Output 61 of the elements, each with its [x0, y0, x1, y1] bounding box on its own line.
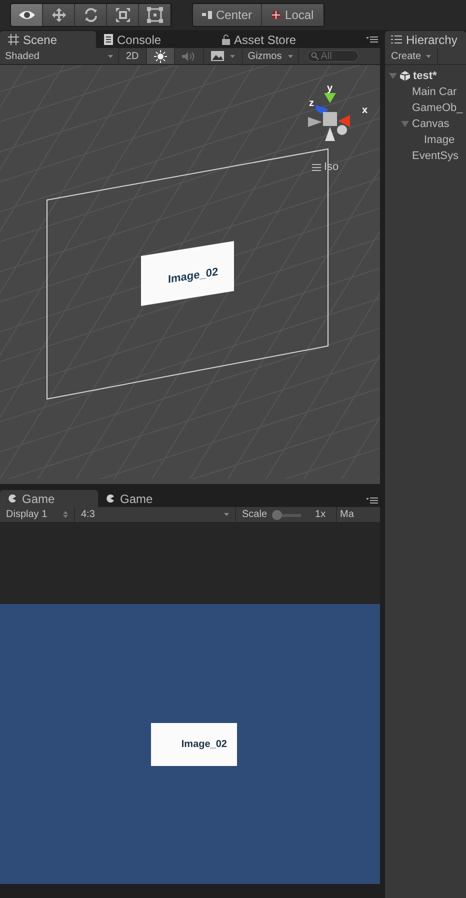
pacman-icon [8, 494, 17, 503]
panel-tab[interactable]: Scene [0, 31, 96, 48]
updown-icon [63, 511, 68, 518]
cube-icon [400, 71, 410, 81]
view-tool-button[interactable] [11, 4, 43, 26]
pivot-icon [202, 11, 212, 19]
menu-icon[interactable] [366, 36, 378, 43]
caret-icon [426, 54, 432, 58]
gizmos-dropdown[interactable]: Gizmos [242, 48, 299, 64]
axis-label: x [362, 105, 368, 116]
rotate-tool-button[interactable] [75, 4, 107, 26]
menu-icon[interactable] [366, 497, 378, 504]
move-tool-button[interactable] [43, 4, 75, 26]
rect-tool-icon [146, 7, 162, 23]
hierarchy-item[interactable]: Image [424, 134, 455, 146]
axis-label: z [309, 98, 314, 109]
panel-tab[interactable]: Asset Store [214, 31, 304, 48]
pacman-icon [106, 494, 115, 503]
scale-tool-button[interactable] [107, 4, 139, 26]
caret-icon [230, 54, 235, 58]
panel-tab[interactable]: Console [96, 31, 192, 48]
create-dropdown[interactable]: Create [385, 48, 438, 64]
hierarchy-tab[interactable]: Hierarchy [385, 31, 466, 48]
panel-tab[interactable]: Game [98, 490, 196, 507]
local-toggle-button[interactable]: Local [262, 4, 324, 26]
image-label: Image_02 [181, 738, 227, 750]
list-icon [391, 35, 402, 44]
maximize-toggle[interactable]: Ma [337, 507, 357, 522]
menu-icon[interactable] [312, 164, 321, 170]
hierarchy-item[interactable]: Main Car [412, 86, 457, 98]
hierarchy-item[interactable]: test* [413, 70, 437, 82]
speaker-icon [182, 50, 196, 62]
globe-icon [271, 10, 282, 20]
shading-dropdown[interactable]: Shaded [0, 48, 119, 64]
image-label: Image_02 [168, 266, 218, 286]
sun-icon [154, 50, 167, 62]
scale-icon [114, 7, 130, 23]
landscape-icon [210, 51, 224, 61]
panel-tab[interactable]: Game [0, 490, 98, 507]
caret-icon [288, 54, 293, 58]
grid-icon [8, 34, 19, 45]
rotate-icon [82, 7, 98, 23]
gizmo-drawing [308, 93, 350, 141]
scale-label: Scale [242, 509, 268, 520]
slider-thumb[interactable] [272, 510, 282, 520]
eye-icon [18, 9, 36, 21]
hierarchy-item[interactable]: EventSys [412, 150, 458, 162]
search-field[interactable]: All [306, 50, 359, 62]
caret-icon [224, 513, 229, 516]
lighting-toggle[interactable] [146, 48, 175, 64]
caret-icon [108, 54, 113, 58]
scale-value: 1x [315, 509, 326, 520]
document-icon [104, 34, 113, 45]
rect-tool-button[interactable] [139, 4, 171, 26]
hierarchy-item[interactable]: Canvas [412, 118, 450, 130]
move-icon [50, 7, 66, 23]
axis-label: y [327, 83, 333, 94]
search-icon [310, 52, 319, 60]
lock-icon [222, 34, 230, 45]
hierarchy-item[interactable]: GameOb_ [412, 102, 463, 114]
center-toggle-button[interactable]: Center [193, 4, 262, 26]
